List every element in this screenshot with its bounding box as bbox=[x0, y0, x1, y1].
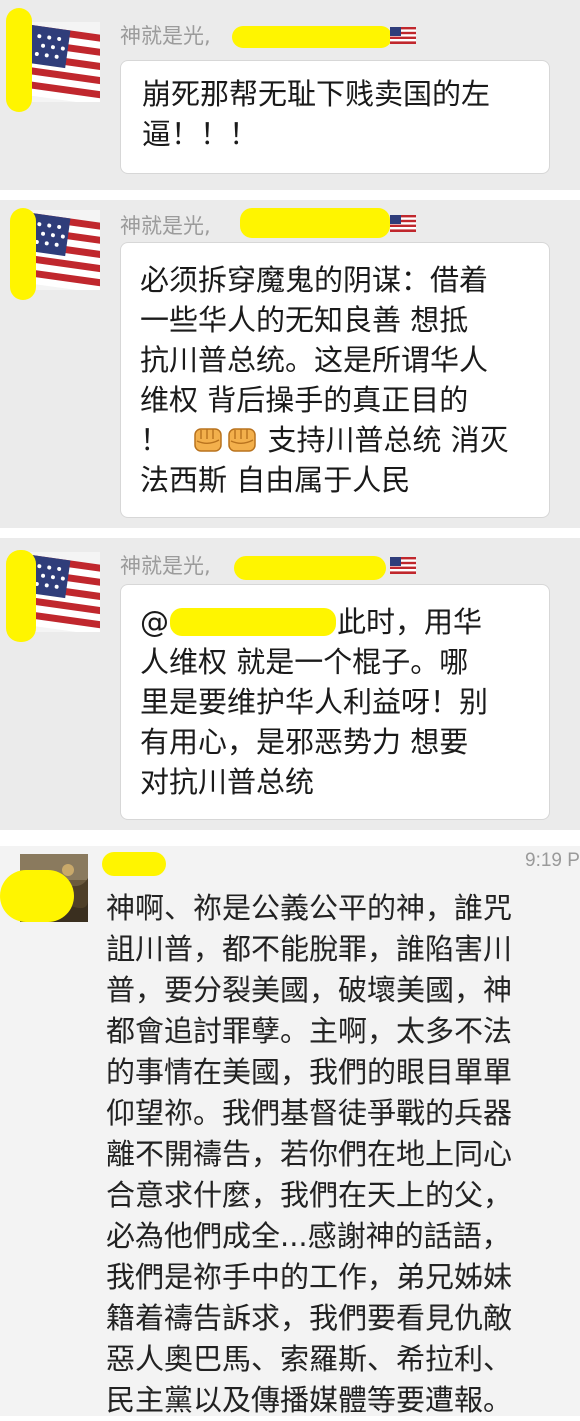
message-fragment: ！ bbox=[140, 423, 170, 457]
post-text: 神啊、祢是公義公平的神，誰咒 詛川普，都不能脫罪，誰陷害川 普，要分裂美國，破壞… bbox=[106, 888, 576, 1421]
sender-name: 神就是光, bbox=[120, 24, 211, 48]
message-line: 对抗川普总统 bbox=[140, 765, 315, 799]
post-line: 普，要分裂美國，破壞美國，神 bbox=[106, 973, 513, 1007]
us-flag-avatar[interactable] bbox=[30, 22, 100, 102]
avatar-redaction bbox=[6, 550, 36, 642]
message-text: 崩死那帮无耻下贱卖国的左 逼！！！ bbox=[142, 74, 542, 154]
message-line: 抗川普总统。这是所谓华人 bbox=[140, 343, 489, 377]
post-line: 我們是祢手中的工作，弟兄姊妹 bbox=[106, 1260, 513, 1294]
post-line: 都會追討罪孽。主啊，太多不法 bbox=[106, 1014, 513, 1048]
message-panel-1: 神就是光, 崩死那帮无耻下贱卖国的左 逼！！！ bbox=[0, 0, 580, 190]
message-separator bbox=[0, 190, 580, 200]
mention-redaction bbox=[170, 608, 336, 636]
message-line: 有用心，是邪恶势力 想要 bbox=[140, 725, 469, 759]
post-line: 的事情在美國，我們的眼目單單 bbox=[106, 1055, 513, 1089]
message-line: 一些华人的无知良善 想抵 bbox=[140, 303, 469, 337]
message-text: @ 此时，用华 人维权 就是一个棍子。哪 里是要维护华人利益呀！别 有用心，是邪恶… bbox=[140, 602, 545, 802]
message-panel-3: 神就是光, @ 此时，用华 人维权 就是一个棍子。哪 里是要维护华人利益呀！别 有… bbox=[0, 538, 580, 830]
fist-emoji bbox=[194, 428, 222, 452]
post-line: 詛川普，都不能脫罪，誰陷害川 bbox=[106, 932, 513, 966]
avatar-redaction bbox=[10, 208, 36, 300]
fist-emoji bbox=[228, 428, 256, 452]
post-line: 合意求什麼，我們在天上的父， bbox=[106, 1178, 513, 1212]
message-line: 维权 背后操手的真正目的 bbox=[140, 383, 469, 417]
message-line-with-mention: @ 此时，用华 bbox=[140, 602, 545, 642]
message-fragment: 此时，用华 bbox=[337, 605, 483, 639]
sender-name: 神就是光, bbox=[120, 214, 211, 238]
message-line: 必须拆穿魔鬼的阴谋：借着 bbox=[140, 263, 489, 297]
message-line: 人维权 就是一个棍子。哪 bbox=[140, 645, 469, 679]
post-line: 仰望祢。我們基督徒爭戰的兵器 bbox=[106, 1096, 513, 1130]
us-flag-avatar[interactable] bbox=[30, 552, 100, 632]
us-flag-mini-icon bbox=[390, 557, 416, 574]
message-line-with-emoji: ！ 支持川普总统 消灭 bbox=[140, 420, 545, 460]
post-time: 9:19 P bbox=[525, 850, 580, 871]
name-redaction bbox=[234, 556, 386, 580]
name-redaction bbox=[102, 852, 166, 876]
message-line: 逼！！！ bbox=[142, 117, 259, 151]
post-line: 惡人奧巴馬、索羅斯、希拉利、 bbox=[106, 1342, 513, 1376]
avatar-redaction bbox=[6, 8, 32, 112]
name-redaction bbox=[240, 208, 390, 238]
post-line: 離不開禱告，若你們在地上同心 bbox=[106, 1137, 513, 1171]
post-line: 必為他們成全...感謝神的話語， bbox=[106, 1219, 511, 1253]
message-line: 里是要维护华人利益呀！别 bbox=[140, 685, 489, 719]
moments-post-panel: 9:19 P 神啊、祢是公義公平的神，誰咒 詛川普，都不能脫罪，誰陷害川 普，要… bbox=[0, 846, 580, 1417]
avatar-redaction bbox=[0, 870, 74, 922]
name-redaction bbox=[232, 26, 392, 48]
message-separator bbox=[0, 528, 580, 538]
message-text: 必须拆穿魔鬼的阴谋：借着 一些华人的无知良善 想抵 抗川普总统。这是所谓华人 维… bbox=[140, 260, 545, 500]
post-line: 籍着禱告訴求，我們要看見仇敵 bbox=[106, 1301, 513, 1335]
message-fragment: 支持川普总统 消灭 bbox=[258, 423, 509, 457]
sender-name: 神就是光, bbox=[120, 554, 211, 578]
message-line: 法西斯 自由属于人民 bbox=[140, 463, 411, 497]
message-line: 崩死那帮无耻下贱卖国的左 bbox=[142, 77, 491, 111]
mention-at: @ bbox=[140, 605, 169, 639]
post-line: 民主黨以及傳播媒體等要遭報。 bbox=[106, 1383, 513, 1417]
us-flag-avatar[interactable] bbox=[30, 210, 100, 290]
us-flag-mini-icon bbox=[390, 215, 416, 232]
message-panel-2: 神就是光, 必须拆穿魔鬼的阴谋：借着 一些华人的无知良善 想抵 抗川普总统。这是… bbox=[0, 200, 580, 528]
us-flag-mini-icon bbox=[390, 27, 416, 44]
post-line: 神啊、祢是公義公平的神，誰咒 bbox=[106, 891, 513, 925]
